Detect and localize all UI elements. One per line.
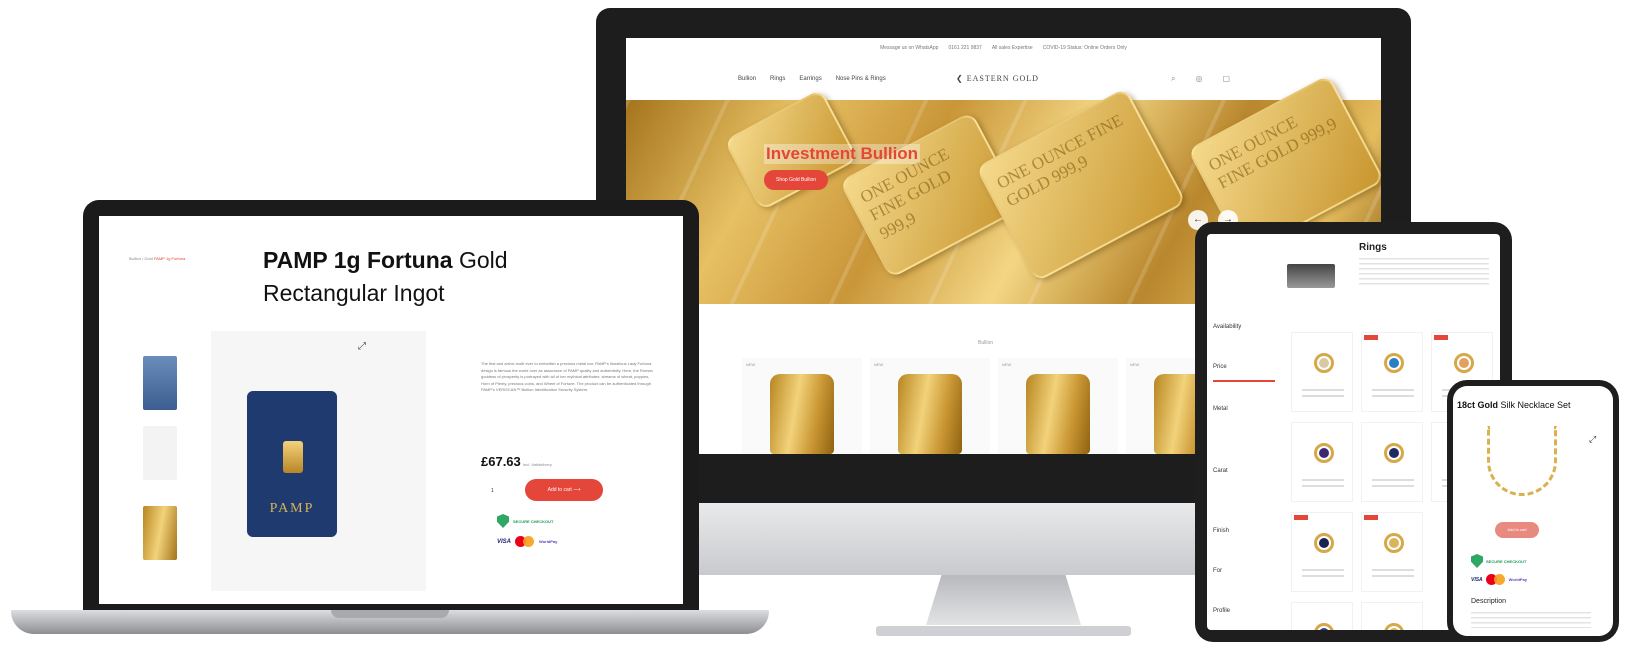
logo-mark-icon: ❮ [956, 74, 967, 83]
product-card[interactable] [1291, 602, 1353, 630]
shield-icon [1471, 554, 1483, 568]
filter-availability[interactable]: Availability [1213, 324, 1241, 330]
payment-logos: VISA WorldPay [497, 536, 557, 547]
secure-checkout-badge: SECURE CHECKOUT [497, 514, 553, 528]
phone-link[interactable]: 0161 221 9837 [948, 45, 981, 51]
expand-icon[interactable]: ⤢ [1589, 434, 1596, 445]
add-to-cart-button[interactable]: Add to cart [1495, 522, 1539, 538]
breadcrumb-home[interactable]: Bullion / Gold [129, 256, 153, 261]
product-price: £67.63 Incl. Vat/delivery [481, 454, 552, 469]
product-title: PAMP 1g Fortuna Gold Rectangular Ingot [263, 247, 508, 306]
shield-icon [497, 514, 509, 528]
ingot-image [283, 441, 303, 473]
thumbnail-back[interactable] [143, 506, 177, 560]
payment-logos: VISA WorldPay [1471, 574, 1527, 585]
category-description [1359, 258, 1489, 288]
user-icon[interactable]: ◎ [1195, 74, 1202, 84]
worldpay-icon: WorldPay [539, 539, 558, 544]
product-card[interactable] [1291, 422, 1353, 502]
laptop-notch [331, 610, 449, 618]
gold-bar-image: ONE OUNCE FINE GOLD 999,9 [975, 87, 1187, 283]
price-note: Incl. Vat/delivery [522, 462, 552, 467]
product-card[interactable] [1361, 422, 1423, 502]
thumbnail-certificate[interactable] [143, 426, 177, 480]
covid-status: COVID-19 Status: Online Orders Only [1042, 45, 1127, 51]
expertise-note: All sales Expertise [991, 45, 1033, 51]
ingot-image [898, 374, 962, 454]
phone-mockup: 18ct Gold Silk Necklace Set ⤢ Add to car… [1447, 380, 1619, 642]
necklace-image [1487, 426, 1557, 496]
product-card[interactable]: NEW [870, 358, 990, 454]
filter-carat[interactable]: Carat [1213, 468, 1228, 474]
product-card[interactable] [1361, 602, 1423, 630]
product-card[interactable] [1361, 332, 1423, 412]
worldpay-icon: WorldPay [1508, 577, 1528, 582]
mastercard-icon [515, 536, 535, 547]
laptop-mockup: Bullion / Gold PAMP 1g Fortuna PAMP 1g F… [11, 200, 769, 640]
expand-icon[interactable]: ⤢ [358, 341, 366, 352]
bag-icon[interactable]: ▢ [1222, 74, 1230, 84]
filter-for[interactable]: For [1213, 568, 1222, 574]
section-label: Bullion [978, 340, 994, 346]
nav-bullion[interactable]: Bullion [738, 76, 756, 82]
nav-earrings[interactable]: Earrings [799, 76, 821, 82]
product-card[interactable] [1291, 332, 1353, 412]
filter-price[interactable]: Price [1213, 364, 1227, 370]
breadcrumb: Bullion / Gold PAMP 1g Fortuna [129, 256, 185, 261]
nav-rings[interactable]: Rings [770, 76, 785, 82]
description-heading: Description [1471, 598, 1507, 605]
filter-metal[interactable]: Metal [1213, 406, 1228, 412]
pamp-card: PAMP [247, 391, 337, 537]
product-card[interactable] [1361, 512, 1423, 592]
pamp-logo: PAMP [269, 501, 315, 516]
search-icon[interactable]: ⌕ [1171, 74, 1175, 84]
product-title: 18ct Gold Silk Necklace Set [1457, 400, 1571, 410]
price-slider[interactable] [1213, 380, 1275, 382]
visa-icon: VISA [497, 538, 512, 545]
imac-foot [876, 626, 1131, 636]
phone-screen: 18ct Gold Silk Necklace Set ⤢ Add to car… [1453, 386, 1613, 636]
nav-nose-pins[interactable]: Nose Pins & Rings [836, 76, 886, 82]
filter-profile[interactable]: Profile [1213, 608, 1230, 614]
filter-finish[interactable]: Finish [1213, 528, 1229, 534]
laptop-screen: Bullion / Gold PAMP 1g Fortuna PAMP 1g F… [99, 216, 683, 604]
description-text [1471, 612, 1591, 628]
quantity-field[interactable]: 1 [491, 488, 494, 494]
product-card[interactable]: NEW [998, 358, 1118, 454]
category-title: Rings [1359, 242, 1387, 253]
ingot-image [1026, 374, 1090, 454]
top-info-bar: Message us on WhatsApp 0161 221 9837 All… [626, 38, 1381, 58]
add-to-cart-button[interactable]: Add to cart ⟶ [525, 479, 603, 501]
main-nav: Bullion Rings Earrings Nose Pins & Rings… [626, 64, 1381, 98]
category-image [1287, 264, 1335, 288]
product-card[interactable] [1291, 512, 1353, 592]
imac-stand [926, 575, 1081, 625]
visa-icon: VISA [1471, 576, 1483, 583]
whatsapp-link[interactable]: Message us on WhatsApp [880, 45, 938, 51]
product-description: The first and arrive-motif ever to embel… [481, 361, 653, 392]
shop-gold-bullion-button[interactable]: Shop Gold Bullion [764, 170, 829, 190]
ingot-image [770, 374, 834, 454]
mastercard-icon [1485, 574, 1506, 585]
product-main-image: ⤢ PAMP [211, 331, 426, 591]
secure-checkout-badge: SECURE CHECKOUT [1471, 554, 1526, 568]
hero-title: Investment Bullion [764, 144, 921, 164]
site-logo[interactable]: ❮ EASTERN GOLD [956, 74, 1039, 83]
breadcrumb-current: PAMP 1g Fortuna [153, 256, 186, 261]
thumbnail-front[interactable] [143, 356, 177, 410]
